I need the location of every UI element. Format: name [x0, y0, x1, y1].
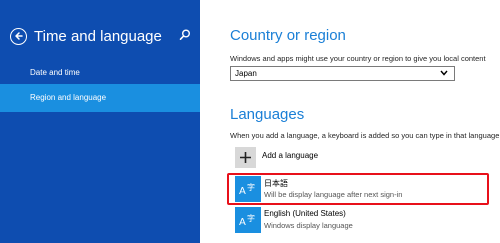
- svg-text:A: A: [239, 186, 246, 197]
- svg-text:A: A: [239, 217, 246, 228]
- search-icon[interactable]: [178, 28, 192, 42]
- plus-icon: [235, 147, 256, 168]
- back-arrow-icon: [14, 32, 23, 40]
- page-title: Time and language: [34, 27, 162, 45]
- svg-text:字: 字: [247, 182, 255, 192]
- sidebar-header: Time and language: [10, 24, 192, 48]
- add-language-button[interactable]: Add a language: [230, 146, 485, 176]
- languages-heading: Languages: [230, 106, 305, 123]
- sidebar-item-date-and-time[interactable]: Date and time: [0, 59, 200, 87]
- sidebar-item-label: Date and time: [30, 68, 80, 77]
- language-item-english[interactable]: A 字 English (United States) Windows disp…: [230, 206, 485, 236]
- sidebar: Time and language Date and time Region a…: [0, 0, 200, 243]
- language-icon: A 字: [235, 207, 261, 233]
- chevron-down-icon: [440, 70, 448, 76]
- language-status: Will be display language after next sign…: [264, 190, 403, 199]
- country-region-heading: Country or region: [230, 27, 346, 44]
- sidebar-item-label: Region and language: [30, 93, 107, 102]
- language-icon: A 字: [235, 176, 261, 202]
- country-select-value: Japan: [235, 69, 257, 78]
- languages-description: When you add a language, a keyboard is a…: [230, 131, 500, 140]
- back-button[interactable]: [10, 27, 27, 45]
- main-content: Country or region Windows and apps might…: [200, 0, 500, 243]
- country-select[interactable]: Japan: [230, 66, 455, 81]
- add-language-label: Add a language: [262, 151, 319, 160]
- language-status: Windows display language: [264, 221, 353, 230]
- language-item-japanese[interactable]: A 字 日本語 Will be display language after n…: [230, 175, 485, 205]
- sidebar-item-region-and-language[interactable]: Region and language: [0, 84, 200, 112]
- language-name: 日本語: [264, 179, 288, 188]
- language-name: English (United States): [264, 209, 346, 218]
- svg-text:字: 字: [247, 213, 255, 223]
- country-region-description: Windows and apps might use your country …: [230, 54, 486, 63]
